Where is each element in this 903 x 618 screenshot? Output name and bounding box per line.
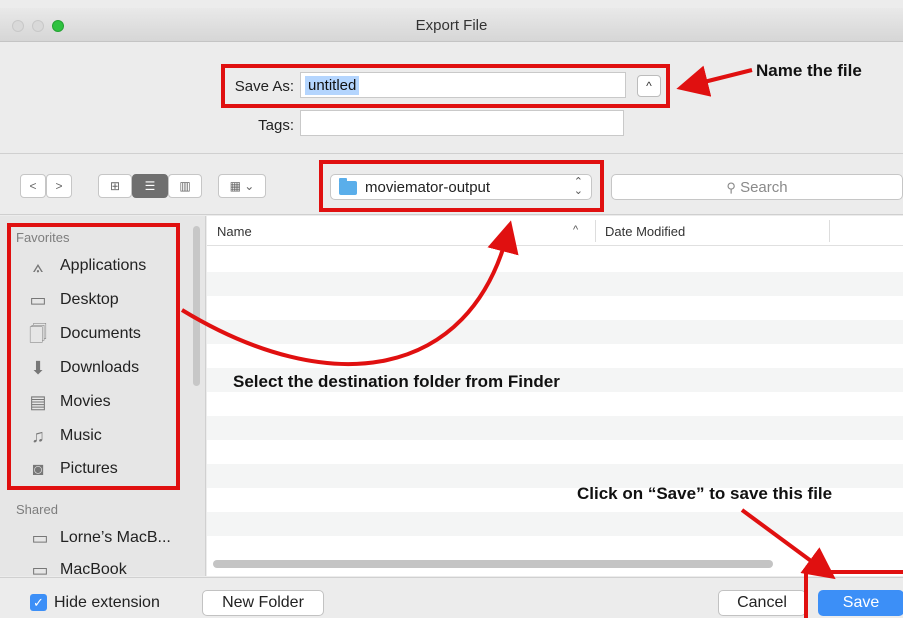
list-row [207,512,903,536]
export-file-dialog: Export File Save As: untitled ^ Tags: < … [0,0,903,618]
search-icon: ⚲ [726,180,736,195]
tags-field[interactable] [300,110,624,136]
laptop-icon: ▭ [31,560,49,576]
sidebar-item-lornes-macbook[interactable]: ▭ Lorne’s MacB... [28,525,198,551]
shared-header: Shared [16,502,58,517]
annotation-box-save [804,570,903,618]
tags-label: Tags: [258,117,294,134]
cancel-button[interactable]: Cancel [718,590,806,616]
column-view-button[interactable]: ▥ [168,174,202,198]
annotation-box-save-as [221,64,670,108]
file-list-header: Name ^ Date Modified [207,216,903,246]
annotation-select-folder: Select the destination folder from Finde… [233,372,560,391]
file-list[interactable]: Name ^ Date Modified [207,216,903,576]
annotation-box-location [319,160,604,212]
list-row [207,320,903,344]
search-placeholder: ⚲ Search [726,179,788,196]
sidebar-scrollbar[interactable] [193,226,200,386]
forward-button[interactable]: > [46,174,72,198]
annotation-click-save: Click on “Save” to save this file [577,484,833,503]
hide-extension-label: Hide extension [54,594,160,611]
column-divider [829,220,830,242]
search-field[interactable]: ⚲ Search [611,174,903,200]
list-view-button[interactable]: ☰ [132,174,168,198]
laptop-icon: ▭ [31,528,49,548]
column-name[interactable]: Name [217,224,252,239]
annotation-name-file: Name the file [756,61,862,80]
bottom-bar: ✓ Hide extension New Folder Cancel Save [0,577,903,618]
window-title: Export File [415,17,488,34]
list-row [207,272,903,296]
new-folder-button[interactable]: New Folder [202,590,324,616]
title-bar: Export File [0,8,903,42]
column-date-modified[interactable]: Date Modified [605,224,685,239]
annotation-box-favorites [7,223,180,490]
sort-ascending-icon: ^ [573,224,579,236]
column-divider [595,220,596,242]
back-button[interactable]: < [20,174,46,198]
arrange-button[interactable]: ▦ ⌄ [218,174,266,198]
horizontal-scrollbar[interactable] [213,560,773,568]
hide-extension-checkbox[interactable]: ✓ [30,594,47,611]
list-row [207,416,903,440]
icon-view-button[interactable]: ⊞ [98,174,132,198]
sidebar-item-macbook[interactable]: ▭ MacBook [28,557,198,576]
